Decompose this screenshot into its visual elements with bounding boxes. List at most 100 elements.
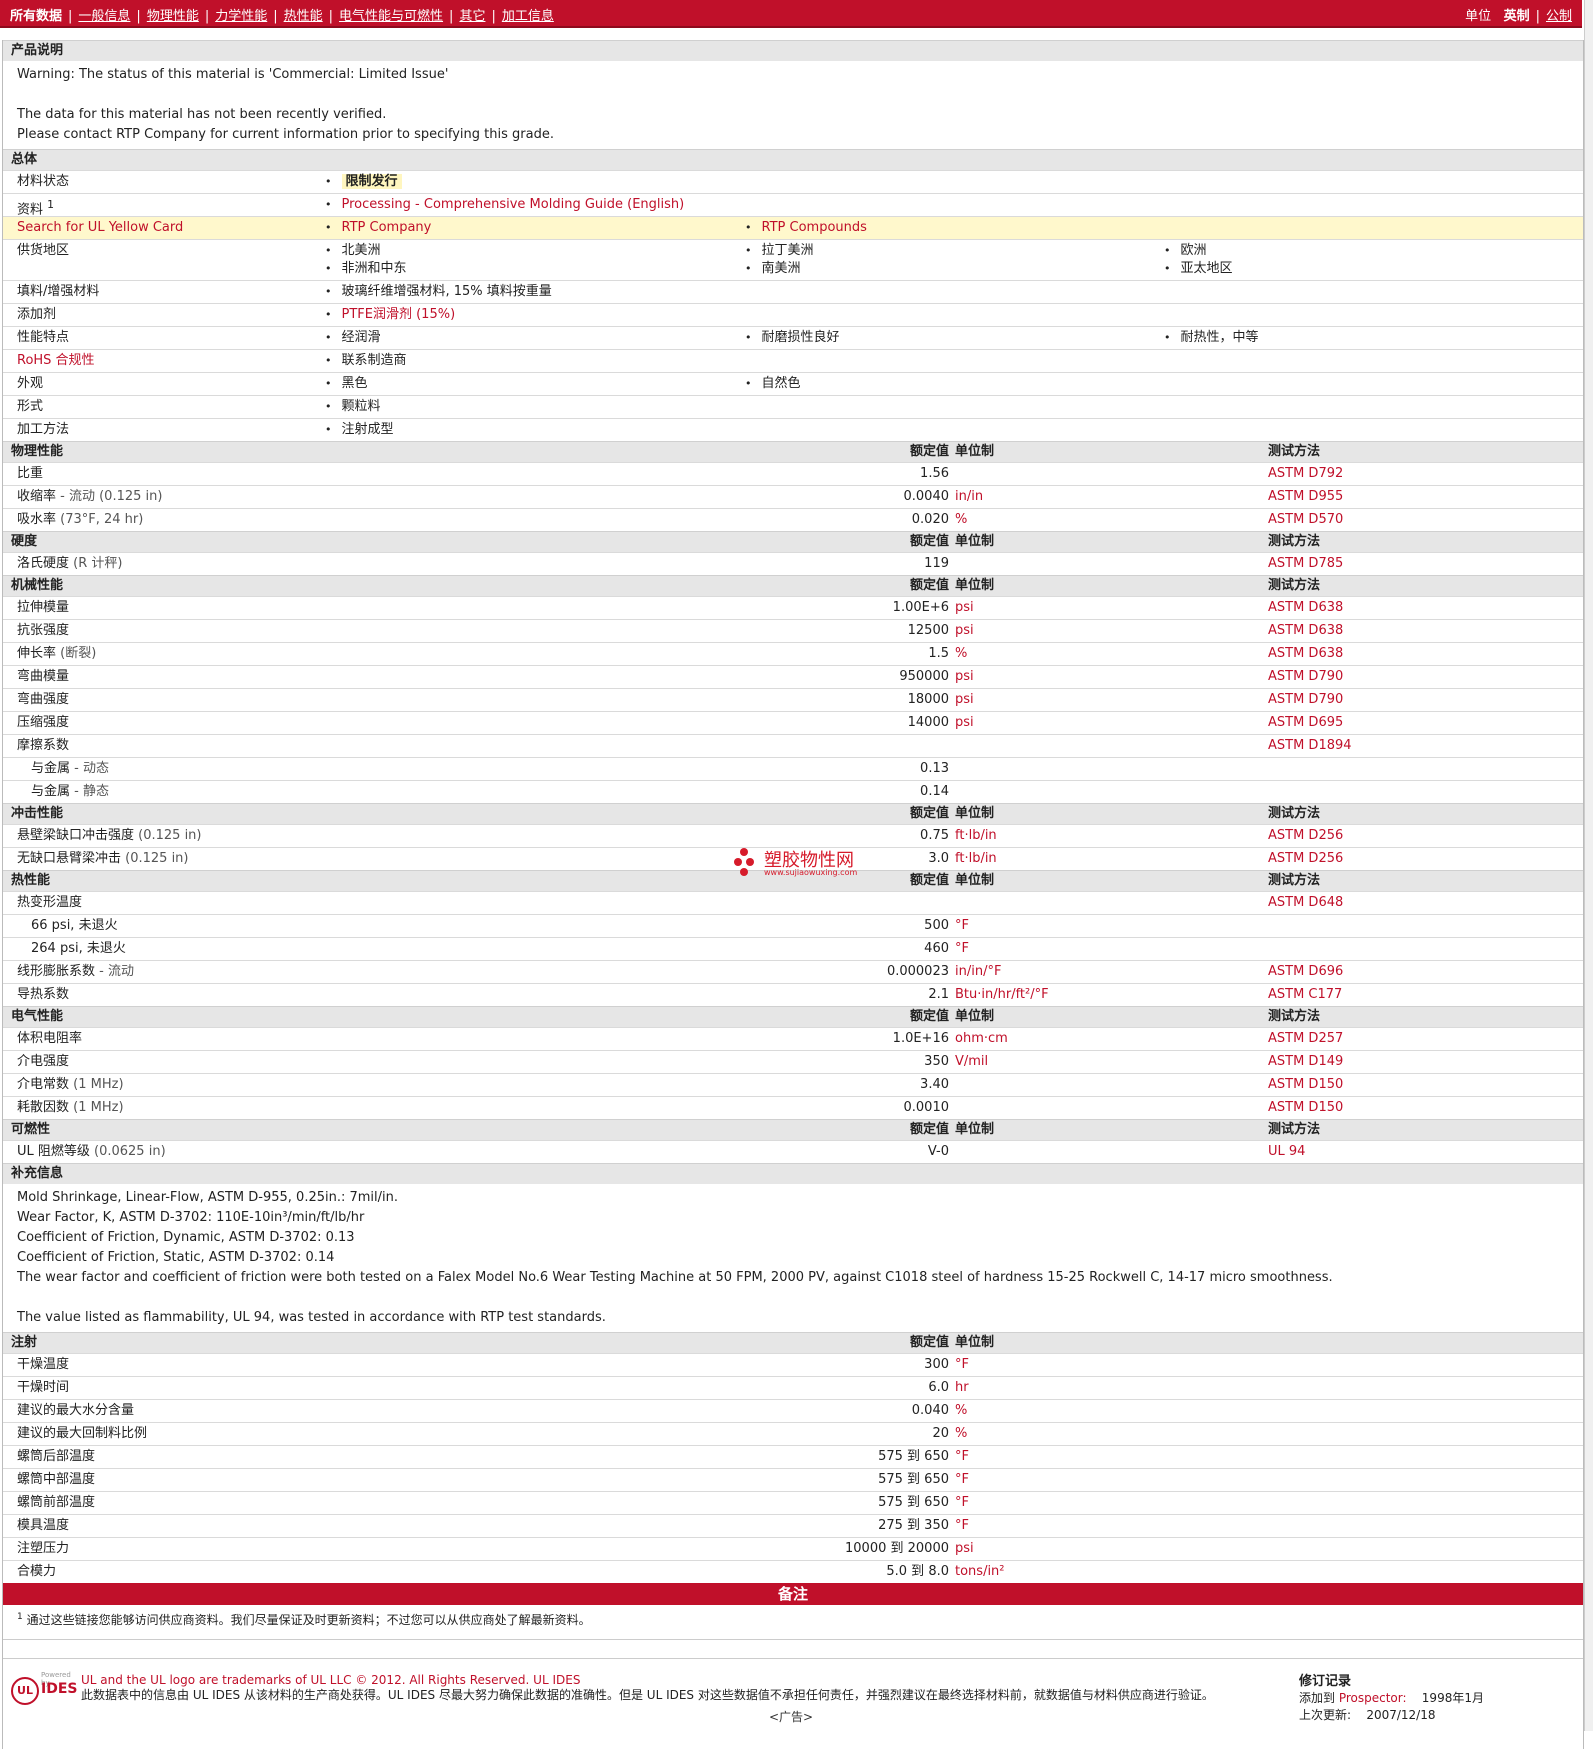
property-value: 0.75 [920,828,949,843]
molding-guide-link[interactable]: Processing - Comprehensive Molding Guide… [342,197,685,212]
property-unit: Btu·in/hr/ft²/°F [955,987,1049,1002]
injection-value: 5.0 到 8.0 [886,1564,949,1579]
property-unit: in/in/°F [955,964,1002,979]
property-label: 无缺口悬臂梁冲击 (0.125 in) [17,851,189,866]
test-method-link[interactable]: ASTM D790 [1268,666,1343,688]
property-label: 悬壁梁缺口冲击强度 (0.125 in) [17,828,202,843]
test-method-link[interactable]: ASTM D256 [1268,848,1343,870]
form-label: 形式 [17,399,44,414]
test-method-link[interactable]: ASTM D696 [1268,961,1343,983]
property-value: V-0 [927,1144,949,1159]
property-value: 0.020 [911,512,949,527]
supply-regions-label: 供货地区 [17,243,70,258]
property-unit: psi [955,600,974,615]
rtp-company-link[interactable]: RTP Company [342,220,432,235]
ul-yellow-card-label[interactable]: Search for UL Yellow Card [17,217,183,239]
test-method-link[interactable]: ASTM D695 [1268,712,1343,734]
section-impact: 冲击性能 额定值 单位制 测试方法 [3,803,1583,824]
property-value: 0.14 [920,784,949,799]
injection-unit: °F [955,1472,969,1487]
section-physical: 物理性能 额定值 单位制 测试方法 [3,441,1583,462]
tab-processing[interactable]: 加工信息 [502,9,554,24]
property-label: 耗散因数 (1 MHz) [17,1100,124,1115]
unit-english[interactable]: 英制 [1504,9,1530,24]
test-method-link[interactable]: ASTM D149 [1268,1051,1343,1073]
property-row: 压缩强度 14000 psi ASTM D695 [3,711,1583,734]
test-method-link[interactable]: ASTM D256 [1268,825,1343,847]
test-method-link[interactable]: ASTM D570 [1268,509,1343,531]
property-row: 弯曲模量 950000 psi ASTM D790 [3,665,1583,688]
property-row: 体积电阻率 1.0E+16 ohm·cm ASTM D257 [3,1027,1583,1050]
test-method-link[interactable]: ASTM D150 [1268,1074,1343,1096]
injection-label: 干燥温度 [17,1357,70,1372]
vertical-scrollbar[interactable] [1584,0,1593,1731]
property-label: UL 阻燃等级 (0.0625 in) [17,1144,166,1159]
tab-physical[interactable]: 物理性能 [147,9,199,24]
legal-text: UL and the UL logo are trademarks of UL … [81,1673,1261,1703]
tab-electrical[interactable]: 电气性能与可燃性 [339,9,443,24]
test-method-link[interactable]: ASTM D1894 [1268,735,1352,757]
test-method-link[interactable]: ASTM D150 [1268,1097,1343,1119]
region-item: 亚太地区 [1164,258,1233,280]
injection-unit: % [955,1426,968,1441]
test-method-link[interactable]: ASTM D638 [1268,643,1343,665]
property-value: 14000 [907,715,949,730]
property-row: 耗散因数 (1 MHz) 0.0010 ASTM D150 [3,1096,1583,1119]
verify-line: The data for this material has not been … [17,107,387,122]
property-unit: in/in [955,489,984,504]
footnote: 1 通过这些链接您能够访问供应商资料。我们尽量保证及时更新资料；不过您可以从供应… [3,1605,1583,1640]
property-value: 1.0E+16 [892,1031,949,1046]
property-unit: °F [955,941,969,956]
property-value: 1.5 [928,646,949,661]
disclaimer: 此数据表中的信息由 UL IDES 从该材料的生产商处获得。UL IDES 尽最… [81,1688,1214,1702]
tab-mechanical[interactable]: 力学性能 [215,9,267,24]
section-general: 总体 [3,149,1583,170]
property-label: 压缩强度 [17,715,70,730]
supplemental-line: The wear factor and coefficient of frict… [17,1270,1333,1285]
property-label: 抗张强度 [17,623,70,638]
property-row: 悬壁梁缺口冲击强度 (0.125 in) 0.75 ft·lb/in ASTM D25… [3,824,1583,847]
test-method-link[interactable]: ASTM D638 [1268,620,1343,642]
top-nav-bar: 所有数据 | 一般信息 | 物理性能 | 力学性能 | 热性能 | 电气性能与可燃性 | 其它 | 加工信息… [0,0,1582,28]
test-method-link[interactable]: ASTM D257 [1268,1028,1343,1050]
tab-thermal[interactable]: 热性能 [284,9,323,24]
property-label: 收缩率 - 流动 (0.125 in) [17,489,163,504]
tab-general[interactable]: 一般信息 [78,9,130,24]
trademark-line: UL and the UL logo are trademarks of UL … [81,1673,581,1687]
test-method-link[interactable]: ASTM D790 [1268,689,1343,711]
injection-row: 干燥温度 300 °F [3,1353,1583,1376]
test-method-link[interactable]: ASTM D638 [1268,597,1343,619]
injection-value: 300 [924,1357,949,1372]
injection-row: 螺筒前部温度 575 到 650 °F [3,1491,1583,1514]
supplemental-line: Wear Factor, K, ASTM D-3702: 110E-10in³/… [17,1210,365,1225]
property-row: 介电常数 (1 MHz) 3.40 ASTM D150 [3,1073,1583,1096]
rtp-compounds-link[interactable]: RTP Compounds [762,220,867,235]
rohs-value: 联系制造商 [325,350,407,372]
row-process-method: 加工方法 注射成型 [3,418,1583,441]
additive-value[interactable]: PTFE润滑剂 (15%) [342,307,456,322]
tab-other[interactable]: 其它 [459,9,485,24]
property-value: 119 [924,556,949,571]
property-row: 抗张强度 12500 psi ASTM D638 [3,619,1583,642]
test-method-link[interactable]: UL 94 [1268,1141,1305,1163]
test-method-link[interactable]: ASTM C177 [1268,984,1342,1006]
property-label: 介电常数 (1 MHz) [17,1077,124,1092]
test-method-link[interactable]: ASTM D792 [1268,463,1343,485]
unit-switcher: 单位 英制 | 公制 [1465,9,1572,24]
prospector-link[interactable]: Prospector: [1339,1691,1407,1705]
test-method-link[interactable]: ASTM D785 [1268,553,1343,575]
property-label: 比重 [17,466,44,481]
supplemental-line: Coefficient of Friction, Dynamic, ASTM D… [17,1230,355,1245]
section-hardness: 硬度 额定值 单位制 测试方法 [3,531,1583,552]
injection-row: 注塑压力 10000 到 20000 psi [3,1537,1583,1560]
injection-label: 干燥时间 [17,1380,70,1395]
property-label: 66 psi, 未退火 [31,918,118,933]
row-appearance: 外观 黑色 自然色 [3,372,1583,395]
test-method-link[interactable]: ASTM D955 [1268,486,1343,508]
test-method-link[interactable]: ASTM D648 [1268,892,1343,914]
unit-metric[interactable]: 公制 [1546,9,1572,24]
rohs-link[interactable]: RoHS 合规性 [17,353,95,368]
tab-all-data[interactable]: 所有数据 [10,9,62,24]
property-value: 0.000023 [886,964,949,979]
property-label: 弯曲模量 [17,669,70,684]
